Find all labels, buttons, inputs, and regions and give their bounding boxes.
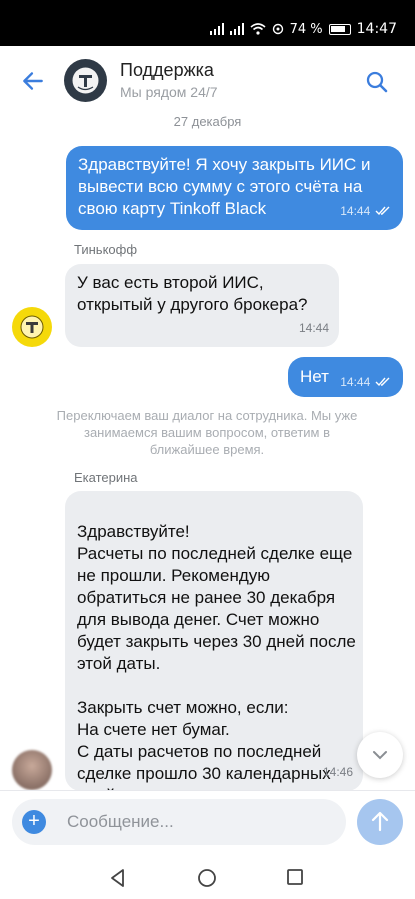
plus-icon[interactable]: + [22,810,46,834]
message-time: 14:44 [340,375,371,389]
message-placeholder: Сообщение... [67,812,174,831]
message-list[interactable]: 27 декабря Здравствуйте! Я хочу закрыть … [0,110,415,790]
chat-header: Поддержка Мы рядом 24/7 [0,46,415,118]
read-ticks-icon [375,377,390,386]
message-time: 14:46 [322,765,353,779]
message-time: 14:44 [340,204,371,218]
search-icon[interactable] [365,70,389,94]
message-composer: + Сообщение... [0,790,415,852]
signal-icon [209,23,224,35]
clock: 14:47 [356,21,397,37]
signal-icon-2 [229,23,244,35]
message-time: 14:44 [298,321,329,335]
message-input[interactable]: + Сообщение... [12,799,346,845]
support-avatar[interactable] [64,59,107,102]
wifi-icon [250,23,266,35]
nav-recents-icon[interactable] [286,868,304,886]
message-text: Здравствуйте! Расчеты по последней сделк… [77,522,356,790]
read-ticks-icon [375,206,390,215]
sync-icon [272,23,283,35]
sender-name: Екатерина [74,470,138,485]
outgoing-message[interactable]: Нет 14:44 [288,357,403,397]
system-nav-bar [0,852,415,899]
send-arrow-icon [371,811,389,832]
chevron-down-icon [373,751,387,760]
incoming-message[interactable]: У вас есть второй ИИС, открытый у другог… [65,264,339,347]
battery-icon [328,23,351,35]
status-bar: 74 % 14:47 [0,0,415,46]
incoming-message[interactable]: Здравствуйте! Расчеты по последней сделк… [65,491,363,790]
sender-name: Тинькофф [74,242,138,257]
chat-subtitle: Мы рядом 24/7 [120,84,218,100]
battery-percent: 74 % [289,21,323,37]
message-text: У вас есть второй ИИС, открытый у другог… [77,273,308,314]
tinkoff-bot-avatar[interactable] [12,307,52,347]
nav-home-icon[interactable] [197,868,217,888]
nav-back-icon[interactable] [108,868,128,888]
chat-title: Поддержка [120,60,214,80]
agent-avatar[interactable] [12,750,52,790]
send-button[interactable] [357,799,403,845]
back-arrow-icon[interactable] [20,68,46,94]
tinkoff-emblem-icon [20,315,44,339]
tinkoff-emblem-icon [72,67,99,94]
message-text: Здравствуйте! Я хочу закрыть ИИС и вывес… [78,155,371,218]
date-separator: 27 декабря [173,114,242,129]
message-text: Нет [300,367,329,386]
scroll-down-button[interactable] [357,732,403,778]
system-message: Переключаем ваш диалог на сотрудника. Мы… [56,408,358,457]
outgoing-message[interactable]: Здравствуйте! Я хочу закрыть ИИС и вывес… [66,146,403,230]
